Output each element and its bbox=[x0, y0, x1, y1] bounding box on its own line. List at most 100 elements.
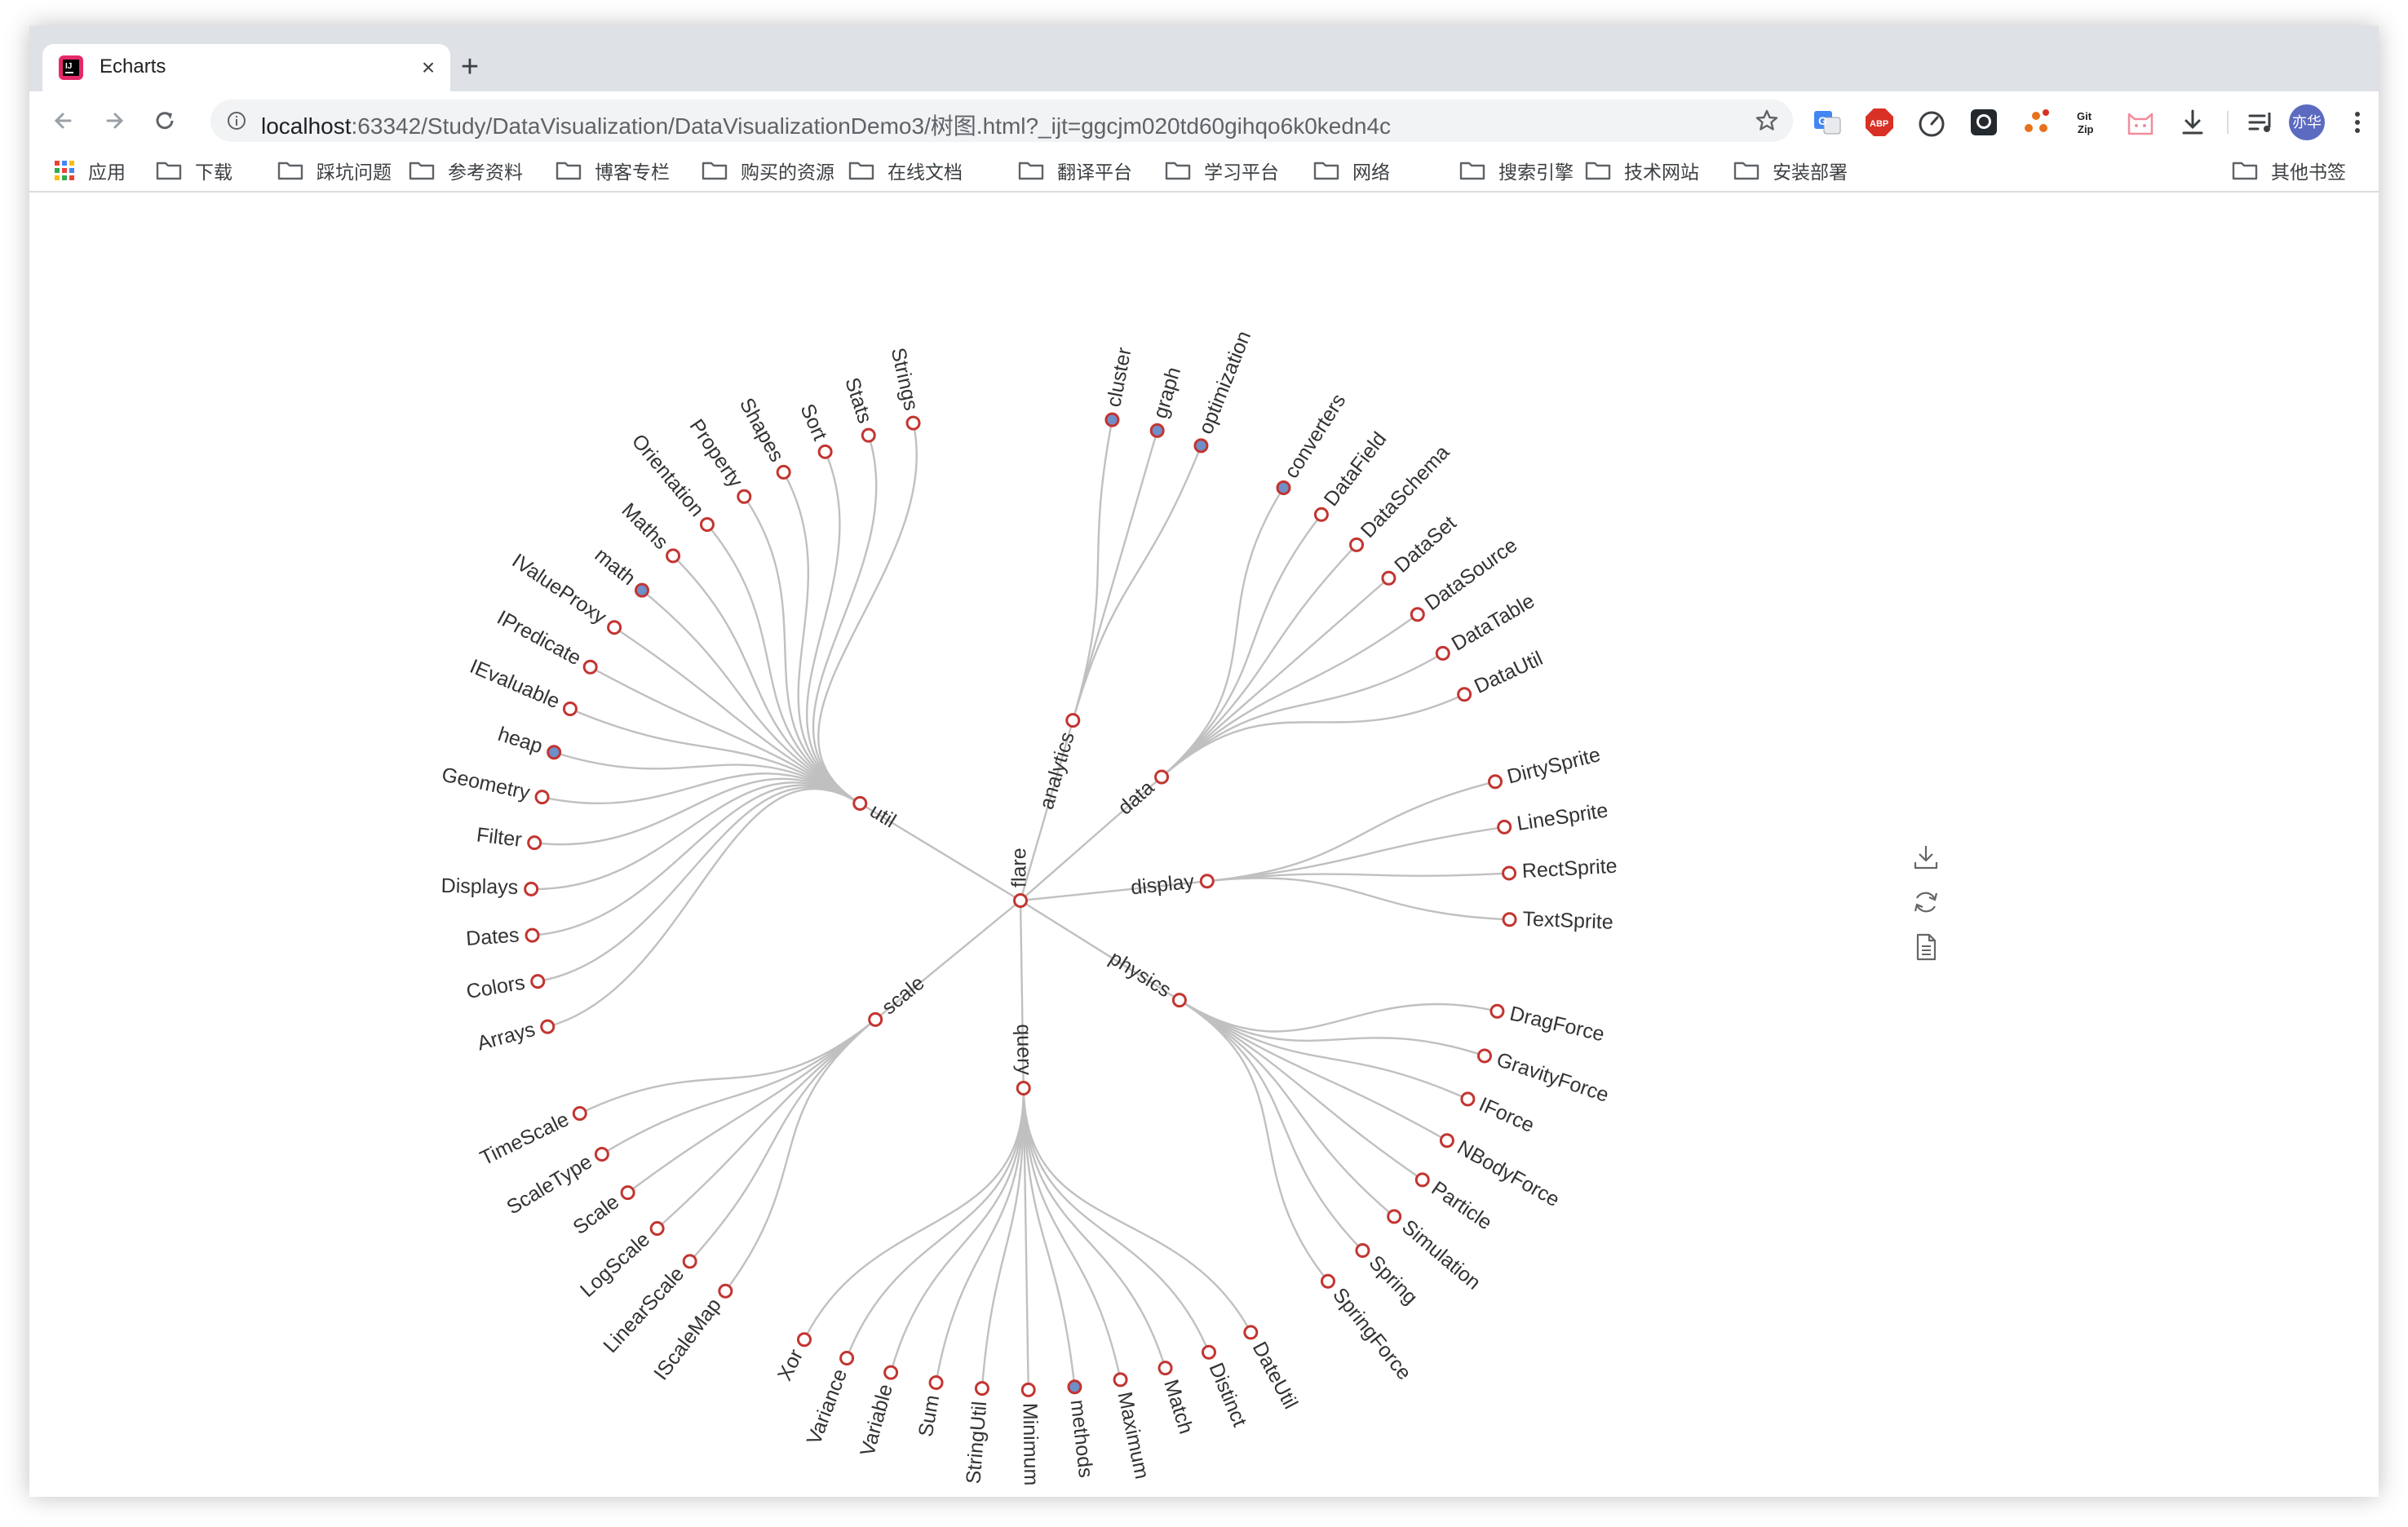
restore-icon[interactable] bbox=[1910, 886, 1942, 918]
menu-kebab-icon[interactable] bbox=[2341, 106, 2374, 139]
bookmark-folder[interactable]: 技术网站 bbox=[1585, 157, 1699, 184]
tree-leaf-node[interactable] bbox=[928, 1375, 944, 1391]
tree-branch-node[interactable] bbox=[1016, 1080, 1031, 1095]
tree-leaf-node[interactable] bbox=[1435, 645, 1450, 661]
tree-leaf-node[interactable] bbox=[572, 1106, 587, 1122]
tree-leaf-node[interactable] bbox=[607, 620, 622, 635]
tree-leaf-node[interactable] bbox=[1414, 1172, 1430, 1188]
tree-leaf-node[interactable] bbox=[905, 415, 921, 431]
tree-leaf-node[interactable] bbox=[861, 427, 876, 443]
reload-icon[interactable] bbox=[147, 103, 183, 139]
reading-list-icon[interactable] bbox=[2245, 106, 2277, 139]
profile-avatar[interactable]: 亦华 bbox=[2289, 104, 2325, 140]
tree-leaf-node[interactable] bbox=[737, 489, 752, 504]
tree-leaf-node[interactable] bbox=[562, 701, 578, 716]
forward-icon[interactable] bbox=[96, 103, 132, 139]
tree-leaf-node[interactable] bbox=[1387, 1209, 1402, 1224]
tree-branch-node[interactable] bbox=[1065, 713, 1081, 728]
tree-root-node[interactable] bbox=[1013, 893, 1028, 908]
tree-branch-node[interactable] bbox=[852, 795, 868, 811]
tree-leaf-node[interactable] bbox=[1320, 1273, 1335, 1289]
tree-leaf-node[interactable] bbox=[1020, 1382, 1036, 1397]
bookmark-folder[interactable]: 博客专栏 bbox=[556, 157, 670, 184]
site-info-icon[interactable] bbox=[227, 111, 246, 131]
download-icon[interactable] bbox=[2176, 106, 2209, 139]
tree-leaf-node[interactable] bbox=[635, 582, 650, 598]
cat-icon[interactable] bbox=[2124, 106, 2157, 139]
tree-leaf-node[interactable] bbox=[1502, 912, 1517, 927]
bookmark-folder[interactable]: 翻译平台 bbox=[1018, 157, 1132, 184]
tree-branch-node[interactable] bbox=[1171, 993, 1187, 1008]
tree-leaf-node[interactable] bbox=[796, 1332, 812, 1348]
tree-branch-node[interactable] bbox=[1154, 769, 1170, 785]
tree-leaf-node[interactable] bbox=[1349, 537, 1365, 552]
tree-leaf-node[interactable] bbox=[666, 548, 681, 564]
tree-leaf-node[interactable] bbox=[1243, 1325, 1259, 1340]
tree-leaf-node[interactable] bbox=[1488, 774, 1503, 790]
tree-leaf-node[interactable] bbox=[699, 517, 715, 533]
tree-leaf-node[interactable] bbox=[883, 1365, 899, 1380]
url-text[interactable]: localhost:63342/Study/DataVisualization/… bbox=[261, 108, 1391, 141]
adblock-icon[interactable]: ABP bbox=[1863, 106, 1896, 139]
bookmark-folder[interactable]: 在线文档 bbox=[848, 157, 963, 184]
tree-branch-node[interactable] bbox=[1199, 874, 1215, 889]
github-icon[interactable] bbox=[1968, 106, 2000, 139]
tree-leaf-node[interactable] bbox=[1490, 1003, 1505, 1019]
gitzip-icon[interactable]: Git Zip bbox=[2072, 106, 2105, 139]
bookmark-folder[interactable]: 踩坑问题 bbox=[277, 157, 392, 184]
tree-leaf-node[interactable] bbox=[1476, 1048, 1492, 1064]
bookmark-other[interactable]: 其他书签 bbox=[2232, 157, 2346, 184]
speed-icon[interactable] bbox=[1915, 106, 1948, 139]
tree-leaf-node[interactable] bbox=[540, 1019, 556, 1034]
tree-leaf-node[interactable] bbox=[1410, 607, 1425, 622]
tree-leaf-node[interactable] bbox=[1067, 1379, 1082, 1395]
tree-leaf-node[interactable] bbox=[1497, 819, 1512, 834]
bookmark-star-icon[interactable] bbox=[1754, 108, 1780, 134]
bookmark-folder[interactable]: 学习平台 bbox=[1165, 157, 1279, 184]
translate-icon[interactable]: G bbox=[1811, 106, 1844, 139]
tree-leaf-node[interactable] bbox=[534, 790, 550, 805]
ext-icon[interactable] bbox=[2020, 106, 2052, 139]
tree-leaf-node[interactable] bbox=[817, 444, 833, 459]
tree-leaf-node[interactable] bbox=[547, 745, 562, 760]
tree-branch-node[interactable] bbox=[868, 1011, 883, 1027]
new-tab-button[interactable]: + bbox=[454, 51, 486, 83]
tree-leaf-node[interactable] bbox=[718, 1283, 733, 1299]
tree-leaf-node[interactable] bbox=[1457, 687, 1472, 702]
tree-leaf-node[interactable] bbox=[1313, 507, 1329, 522]
data-view-icon[interactable] bbox=[1910, 931, 1942, 963]
address-bar[interactable]: localhost:63342/Study/DataVisualization/… bbox=[210, 100, 1793, 142]
bookmark-folder[interactable]: 安装部署 bbox=[1733, 157, 1848, 184]
tree-leaf-node[interactable] bbox=[1276, 480, 1291, 496]
tree-leaf-node[interactable] bbox=[1158, 1361, 1173, 1376]
tree-leaf-node[interactable] bbox=[1355, 1243, 1370, 1259]
bookmark-folder[interactable]: 网络 bbox=[1313, 157, 1390, 184]
back-icon[interactable] bbox=[46, 103, 82, 139]
tree-leaf-node[interactable] bbox=[1381, 570, 1397, 586]
bookmark-folder[interactable]: 参考资料 bbox=[409, 157, 523, 184]
tree-leaf-node[interactable] bbox=[1193, 438, 1209, 454]
save-as-image-icon[interactable] bbox=[1910, 841, 1942, 874]
tree-leaf-node[interactable] bbox=[1104, 412, 1120, 427]
tree-leaf-node[interactable] bbox=[974, 1381, 989, 1396]
tree-leaf-node[interactable] bbox=[839, 1350, 855, 1365]
tree-leaf-node[interactable] bbox=[1502, 865, 1517, 881]
tree-leaf-node[interactable] bbox=[1460, 1091, 1476, 1107]
tree-leaf-node[interactable] bbox=[1439, 1133, 1454, 1149]
tree-leaf-node[interactable] bbox=[649, 1221, 665, 1237]
tree-leaf-node[interactable] bbox=[1149, 423, 1165, 438]
tree-leaf-node[interactable] bbox=[1113, 1372, 1128, 1388]
tab-echarts[interactable]: IJ Echarts × bbox=[42, 44, 450, 91]
bookmark-folder[interactable]: 搜索引擎 bbox=[1459, 157, 1574, 184]
tree-leaf-node[interactable] bbox=[594, 1146, 609, 1162]
tree-leaf-node[interactable] bbox=[524, 881, 539, 896]
tree-leaf-node[interactable] bbox=[682, 1254, 697, 1269]
tree-leaf-node[interactable] bbox=[776, 464, 791, 480]
tree-leaf-node[interactable] bbox=[582, 659, 598, 675]
close-tab-icon[interactable]: × bbox=[414, 54, 442, 82]
bookmark-folder[interactable]: 下载 bbox=[156, 157, 232, 184]
tree-leaf-node[interactable] bbox=[620, 1185, 635, 1201]
tree-leaf-node[interactable] bbox=[527, 835, 542, 851]
tree-leaf-node[interactable] bbox=[530, 974, 546, 989]
tree-leaf-node[interactable] bbox=[1201, 1344, 1216, 1360]
